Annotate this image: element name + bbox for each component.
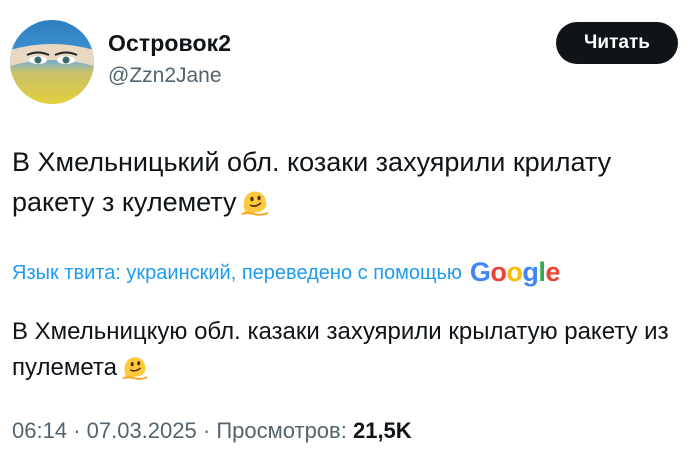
tweet-date[interactable]: 07.03.2025 [87, 418, 197, 443]
meta-separator: · [202, 418, 211, 443]
google-logo: Google [469, 257, 561, 287]
read-button[interactable]: Читать [556, 22, 678, 64]
translated-text-content: В Хмельницкую обл. казаки захуярили крыл… [12, 318, 669, 381]
tweet-text-content: В Хмельницький обл. козаки захуярили кри… [12, 147, 612, 217]
translation-notice-text[interactable]: Язык твита: украинский, переведено с пом… [12, 262, 462, 285]
views-label: Просмотров: [216, 418, 347, 443]
author-handle[interactable]: @Zzn2Jane [108, 64, 222, 88]
melting-face-icon [240, 187, 270, 217]
melting-face-icon [121, 353, 149, 381]
meta-separator: · [73, 418, 81, 443]
author-display-name[interactable]: Островок2 [108, 30, 231, 57]
views-count: 21,5K [352, 418, 412, 443]
translation-notice[interactable]: Язык твита: украинский, переведено с пом… [12, 257, 561, 289]
tweet-text: В Хмельницький обл. козаки захуярили кри… [12, 142, 692, 222]
translated-tweet-text: В Хмельницкую обл. казаки захуярили крыл… [12, 314, 692, 386]
tweet-meta: 06:14 · 07.03.2025 · Просмотров: 21,5K [12, 418, 412, 444]
avatar[interactable] [10, 20, 94, 104]
tweet-time[interactable]: 06:14 [12, 418, 67, 443]
